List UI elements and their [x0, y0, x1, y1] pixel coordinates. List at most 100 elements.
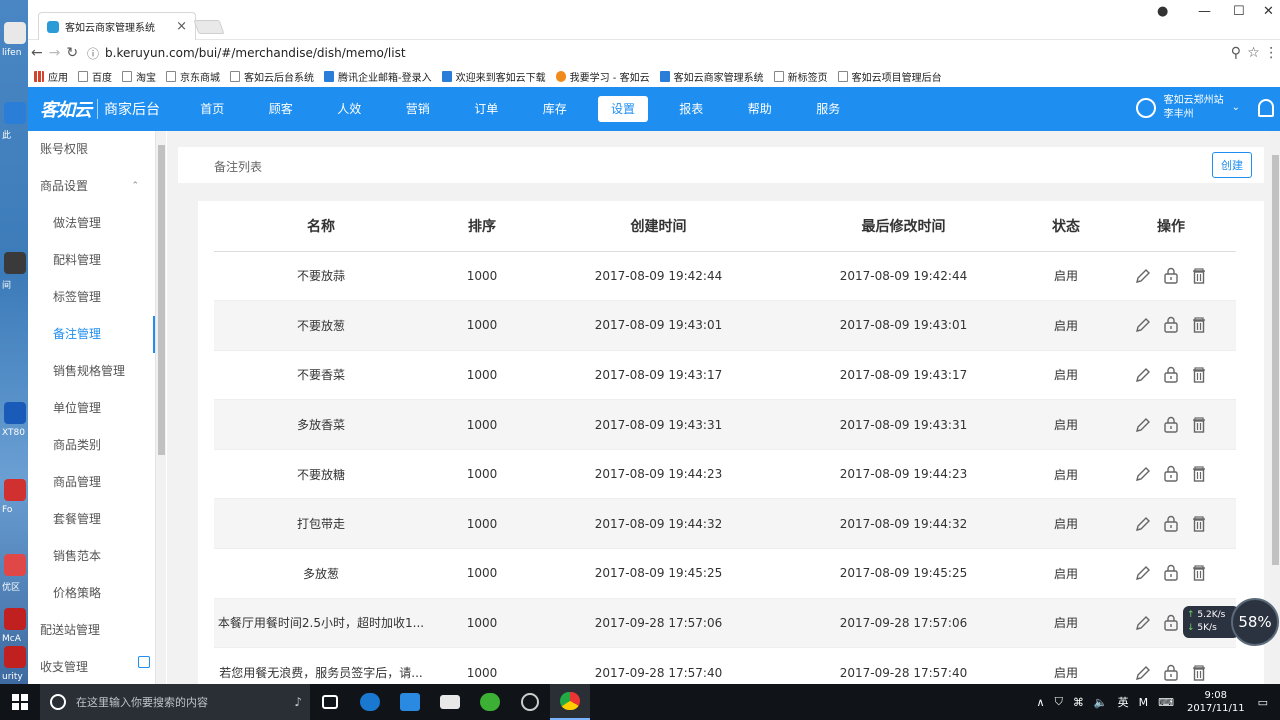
lock-toggle-icon[interactable] — [1162, 267, 1180, 285]
close-window-icon[interactable]: ✕ — [1263, 4, 1274, 19]
sidebar-item-3[interactable]: 配料管理 — [28, 242, 155, 279]
edit-pencil-icon[interactable] — [1134, 267, 1152, 285]
microphone-icon[interactable]: ♪ — [294, 695, 302, 709]
nav-item-5[interactable]: 库存 — [521, 96, 590, 122]
nav-item-8[interactable]: 帮助 — [726, 96, 795, 122]
zoom-icon[interactable]: ⚲ — [1227, 45, 1245, 61]
edit-pencil-icon[interactable] — [1134, 664, 1152, 682]
forward-icon[interactable]: → — [46, 45, 64, 61]
desktop-shortcut-icon[interactable] — [4, 22, 26, 44]
bell-icon[interactable] — [1258, 99, 1274, 117]
sidebar-item-9[interactable]: 商品管理 — [28, 464, 155, 501]
nav-item-3[interactable]: 营销 — [384, 96, 453, 122]
desktop-shortcut-icon[interactable] — [4, 479, 26, 501]
mail-icon[interactable] — [430, 684, 470, 720]
ime-mode-icon[interactable]: M — [1139, 696, 1149, 709]
notification-icon[interactable]: ▭ — [1258, 696, 1268, 709]
lock-toggle-icon[interactable] — [1162, 664, 1180, 682]
bookmark-item[interactable]: 腾讯企业邮箱-登录入 — [324, 69, 432, 84]
bookmark-item[interactable]: 京东商城 — [166, 69, 220, 84]
sidebar-scroll-thumb[interactable] — [158, 145, 165, 455]
sidebar-item-6[interactable]: 销售规格管理 — [28, 353, 155, 390]
sidebar-item-1[interactable]: 商品设置 ⌃ — [28, 168, 155, 205]
sidebar-item-14[interactable]: 收支管理 — [28, 649, 155, 686]
sidebar-item-13[interactable]: 配送站管理 — [28, 612, 155, 649]
delete-trash-icon[interactable] — [1190, 515, 1208, 533]
app-logo[interactable]: 客如云 — [40, 96, 92, 122]
url-input[interactable]: ⓘ b.keruyun.com/bui/#/merchandise/dish/m… — [87, 43, 1227, 63]
maximize-icon[interactable]: ☐ — [1233, 4, 1245, 19]
sidebar-item-5[interactable]: 备注管理 — [28, 316, 155, 353]
sidebar-item-11[interactable]: 销售范本 — [28, 538, 155, 575]
lock-toggle-icon[interactable] — [1162, 465, 1180, 483]
nav-item-7[interactable]: 报表 — [657, 96, 726, 122]
desktop-shortcut-icon[interactable] — [4, 554, 26, 576]
nav-item-1[interactable]: 顾客 — [247, 96, 316, 122]
lock-toggle-icon[interactable] — [1162, 366, 1180, 384]
bookmark-item[interactable]: 百度 — [78, 69, 112, 84]
sidebar-item-4[interactable]: 标签管理 — [28, 279, 155, 316]
bookmark-item[interactable]: 欢迎来到客如云下载 — [441, 69, 546, 84]
delete-trash-icon[interactable] — [1190, 564, 1208, 582]
taskbar-search[interactable]: 在这里输入你要搜索的内容 ♪ — [40, 684, 310, 720]
menu-icon[interactable]: ⋮ — [1262, 45, 1280, 61]
tab-close-icon[interactable]: × — [176, 19, 187, 34]
desktop-shortcut-icon[interactable] — [4, 402, 26, 424]
nav-item-4[interactable]: 订单 — [452, 96, 521, 122]
edit-pencil-icon[interactable] — [1134, 515, 1152, 533]
main-scroll-thumb[interactable] — [1272, 155, 1279, 565]
new-tab-button[interactable] — [193, 20, 225, 34]
start-button[interactable] — [0, 684, 40, 720]
lock-toggle-icon[interactable] — [1162, 614, 1180, 632]
sidebar-item-12[interactable]: 价格策略 — [28, 575, 155, 612]
desktop-shortcut-icon[interactable] — [4, 646, 26, 668]
user-menu[interactable]: 客如云郑州站 李丰州 ⌄ — [1135, 94, 1240, 122]
sidebar-item-2[interactable]: 做法管理 — [28, 205, 155, 242]
edit-pencil-icon[interactable] — [1134, 614, 1152, 632]
bookmark-item[interactable]: 应用 — [34, 69, 68, 84]
edit-pencil-icon[interactable] — [1134, 416, 1152, 434]
app-icon[interactable] — [510, 684, 550, 720]
back-icon[interactable]: ← — [28, 45, 46, 61]
browser-tab[interactable]: 客如云商家管理系统 × — [38, 12, 196, 40]
bookmark-item[interactable]: 客如云商家管理系统 — [659, 69, 764, 84]
wechat-icon[interactable] — [470, 684, 510, 720]
bookmark-item[interactable]: 新标签页 — [773, 69, 828, 84]
edit-pencil-icon[interactable] — [1134, 564, 1152, 582]
minimize-icon[interactable]: — — [1198, 4, 1211, 19]
sidebar-scrollbar[interactable] — [156, 131, 166, 684]
delete-trash-icon[interactable] — [1190, 664, 1208, 682]
edge-icon[interactable] — [350, 684, 390, 720]
bookmark-item[interactable]: 客如云后台系统 — [230, 69, 314, 84]
bookmark-item[interactable]: 淘宝 — [122, 69, 156, 84]
store-icon[interactable] — [390, 684, 430, 720]
chrome-icon[interactable] — [550, 684, 590, 720]
delete-trash-icon[interactable] — [1190, 366, 1208, 384]
sidebar-item-7[interactable]: 单位管理 — [28, 390, 155, 427]
task-view-icon[interactable] — [310, 684, 350, 720]
delete-trash-icon[interactable] — [1190, 416, 1208, 434]
edit-pencil-icon[interactable] — [1134, 366, 1152, 384]
desktop-shortcut-icon[interactable] — [4, 608, 26, 630]
nav-item-0[interactable]: 首页 — [178, 96, 247, 122]
delete-trash-icon[interactable] — [1190, 465, 1208, 483]
delete-trash-icon[interactable] — [1190, 267, 1208, 285]
bookmark-item[interactable]: 我要学习 - 客如云 — [555, 69, 650, 84]
sidebar-item-8[interactable]: 商品类别 — [28, 427, 155, 464]
ime-indicator[interactable]: 英 — [1118, 694, 1129, 710]
bookmark-star-icon[interactable]: ☆ — [1245, 45, 1263, 61]
edit-pencil-icon[interactable] — [1134, 465, 1152, 483]
edit-pencil-icon[interactable] — [1134, 316, 1152, 334]
profile-icon[interactable]: ● — [1157, 4, 1168, 19]
info-icon[interactable]: ⓘ — [87, 45, 99, 62]
network-icon[interactable]: ⌘ — [1073, 696, 1084, 709]
lock-toggle-icon[interactable] — [1162, 416, 1180, 434]
nav-item-9[interactable]: 服务 — [794, 96, 863, 122]
security-icon[interactable]: ⛉ — [1055, 695, 1063, 709]
keyboard-icon[interactable]: ⌨ — [1158, 696, 1174, 709]
bookmark-item[interactable]: 客如云项目管理后台 — [837, 69, 942, 84]
lock-toggle-icon[interactable] — [1162, 515, 1180, 533]
lock-icon[interactable] — [138, 656, 150, 668]
desktop-shortcut-icon[interactable] — [4, 252, 26, 274]
delete-trash-icon[interactable] — [1190, 316, 1208, 334]
